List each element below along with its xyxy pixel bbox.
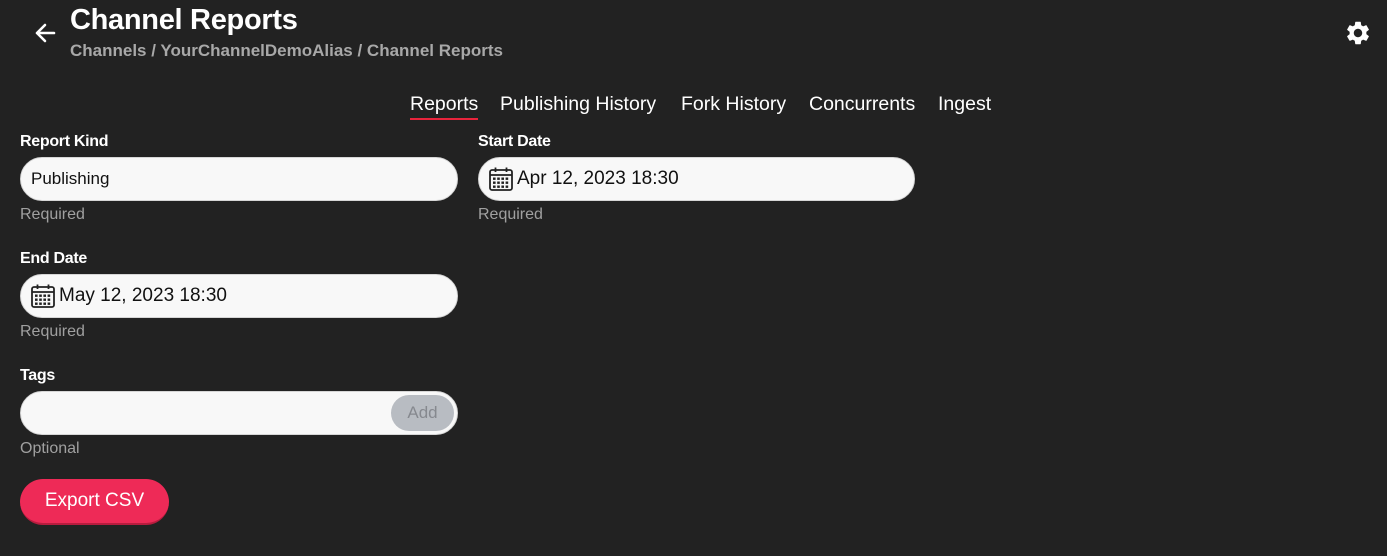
report-kind-label: Report Kind [20, 133, 109, 150]
start-date-helper: Required [478, 206, 543, 223]
start-date-label: Start Date [478, 133, 551, 150]
tab-reports[interactable]: Reports [410, 93, 479, 120]
tags-label: Tags [20, 367, 55, 384]
end-date-label: End Date [20, 250, 87, 267]
start-date-field[interactable]: Apr 12, 2023 18:30 [478, 157, 915, 201]
report-kind-value: Publishing [31, 169, 110, 188]
report-kind-select[interactable]: Publishing [20, 157, 458, 201]
end-date-value: May 12, 2023 18:30 [59, 285, 227, 306]
tab-concurrents[interactable]: Concurrents [809, 93, 915, 118]
tags-helper: Optional [20, 440, 80, 457]
arrow-left-icon [35, 23, 56, 43]
page-title: Channel Reports [70, 4, 298, 36]
add-tag-button[interactable]: Add [391, 395, 454, 431]
settings-button[interactable] [1343, 18, 1373, 48]
start-date-value: Apr 12, 2023 18:30 [517, 168, 679, 189]
tab-ingest[interactable]: Ingest [938, 93, 991, 118]
breadcrumb: Channels / YourChannelDemoAlias / Channe… [70, 41, 503, 60]
tags-input[interactable]: Add [20, 391, 458, 435]
back-button[interactable] [30, 20, 60, 46]
gear-icon [1347, 21, 1369, 45]
tab-publishing-history[interactable]: Publishing History [500, 93, 656, 118]
end-date-helper: Required [20, 323, 85, 340]
calendar-icon [31, 284, 55, 308]
end-date-field[interactable]: May 12, 2023 18:30 [20, 274, 458, 318]
tab-fork-history[interactable]: Fork History [681, 93, 786, 118]
channel-reports-page: Channel Reports Channels / YourChannelDe… [0, 0, 1387, 556]
calendar-icon [489, 167, 513, 191]
export-csv-button[interactable]: Export CSV [20, 479, 169, 525]
report-kind-helper: Required [20, 206, 85, 223]
